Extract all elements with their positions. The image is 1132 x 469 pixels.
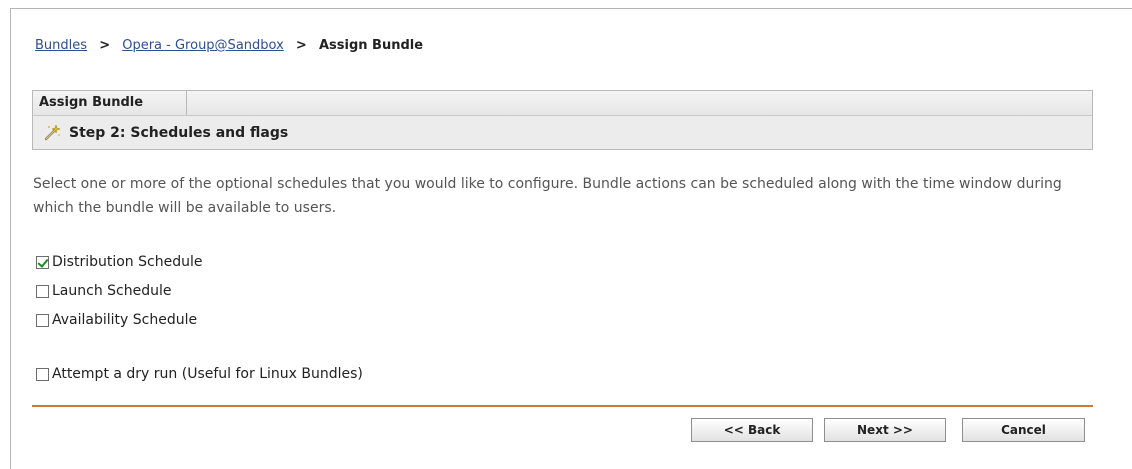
breadcrumb-current: Assign Bundle (318, 38, 424, 53)
distribution-schedule-checkbox[interactable] (36, 255, 49, 269)
breadcrumb-separator: > (99, 38, 111, 53)
wizard-panel: Assign Bundle Step 2: Schedules and flag… (32, 90, 1093, 150)
distribution-schedule-label: Distribution Schedule (52, 254, 203, 270)
dry-run-option[interactable]: Attempt a dry run (Useful for Linux Bund… (36, 366, 363, 382)
distribution-schedule-option[interactable]: Distribution Schedule (36, 254, 202, 270)
breadcrumb: Bundles > Opera - Group@Sandbox > Assign… (35, 38, 423, 53)
content-frame (10, 8, 1132, 469)
step-title: Step 2: Schedules and flags (69, 125, 289, 141)
next-button[interactable]: Next >> (824, 418, 946, 442)
cancel-button[interactable]: Cancel (962, 418, 1085, 442)
availability-schedule-option[interactable]: Availability Schedule (36, 312, 197, 328)
dry-run-checkbox[interactable] (36, 367, 49, 381)
launch-schedule-label: Launch Schedule (52, 283, 172, 299)
panel-title: Assign Bundle (33, 91, 187, 115)
step-header: Step 2: Schedules and flags (33, 116, 1092, 150)
description-text: Select one or more of the optional sched… (33, 176, 1062, 216)
launch-schedule-option[interactable]: Launch Schedule (36, 283, 171, 299)
footer-divider (32, 405, 1093, 407)
dry-run-label: Attempt a dry run (Useful for Linux Bund… (52, 366, 363, 382)
back-button[interactable]: << Back (691, 418, 813, 442)
breadcrumb-link-group[interactable]: Opera - Group@Sandbox (122, 38, 284, 53)
availability-schedule-label: Availability Schedule (52, 312, 198, 328)
panel-header: Assign Bundle (33, 91, 1092, 116)
launch-schedule-checkbox[interactable] (36, 284, 49, 298)
wand-icon (43, 124, 61, 142)
breadcrumb-separator: > (295, 38, 307, 53)
availability-schedule-checkbox[interactable] (36, 313, 49, 327)
breadcrumb-link-bundles[interactable]: Bundles (35, 38, 87, 53)
